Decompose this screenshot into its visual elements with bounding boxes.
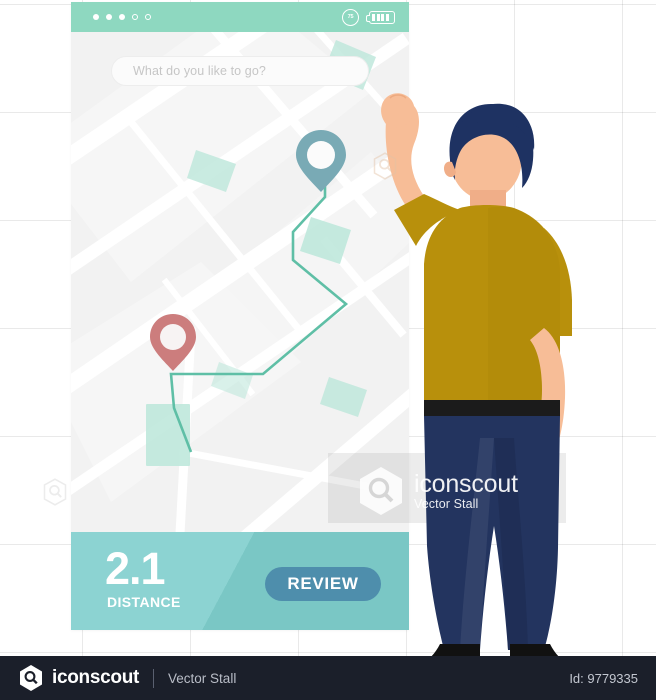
battery-cell — [381, 13, 384, 21]
center-watermark: iconscout Vector Stall — [356, 462, 550, 520]
footer-brand[interactable]: iconscout — [18, 664, 139, 692]
iconscout-logo-icon — [20, 665, 42, 691]
center-watermark-title: iconscout — [414, 469, 518, 498]
footer-brand-name: iconscout — [52, 667, 140, 688]
iconscout-logo-icon — [360, 467, 402, 515]
battery-percent-icon: 75 — [342, 8, 359, 26]
signal-dot — [93, 14, 99, 20]
distance-value: 2.1 — [105, 543, 166, 594]
review-button[interactable]: REVIEW — [265, 567, 381, 601]
distance-label: DISTANCE — [107, 594, 181, 610]
battery-percent-label: 75 — [347, 14, 354, 20]
footer-divider — [153, 668, 155, 688]
signal-dot — [132, 14, 138, 20]
illustration-canvas: 75 What do you like to go? 2.1 DISTANCE … — [0, 0, 656, 700]
status-bar-right-group: 75 — [342, 8, 395, 26]
footer-bar: iconscout Vector Stall Id: 9779335 — [0, 656, 656, 700]
signal-strength-indicator — [93, 14, 151, 20]
review-button-label: REVIEW — [287, 574, 359, 593]
footer-asset-id: Id: 9779335 — [569, 670, 638, 686]
signal-dot — [145, 14, 151, 20]
distance-bar: 2.1 DISTANCE REVIEW — [71, 532, 409, 630]
battery-cell — [385, 13, 389, 21]
iconscout-watermark-icon — [373, 152, 397, 180]
search-placeholder: What do you like to go? — [133, 64, 266, 78]
status-bar: 75 — [71, 2, 409, 32]
center-watermark-subtitle: Vector Stall — [414, 497, 479, 512]
signal-dot — [119, 14, 125, 20]
center-watermark-text: iconscout Vector Stall — [414, 469, 518, 512]
battery-cell — [376, 13, 380, 21]
phone-mockup: 75 What do you like to go? 2.1 DISTANCE … — [71, 2, 409, 630]
battery-icon — [366, 10, 395, 24]
signal-dot — [106, 14, 112, 20]
footer-author: Vector Stall — [168, 670, 237, 686]
search-input[interactable]: What do you like to go? — [111, 56, 369, 86]
iconscout-watermark-icon — [43, 478, 67, 506]
battery-cell — [372, 13, 375, 21]
